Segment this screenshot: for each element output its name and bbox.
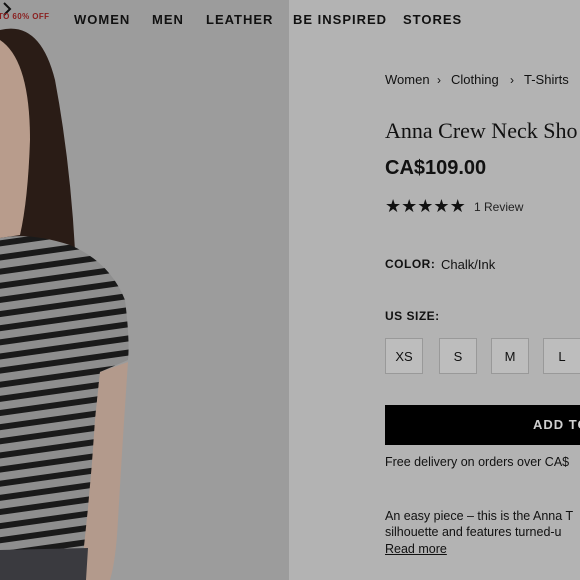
size-label: US SIZE: [385,309,440,323]
breadcrumb-clothing[interactable]: Clothing [451,72,499,87]
star-icon: ★ [433,196,450,216]
product-price: CA$109.00 [385,157,487,179]
breadcrumb-women[interactable]: Women [385,72,430,87]
nav-item-be-inspired[interactable]: BE INSPIRED [293,12,387,27]
chevron-right-icon: › [510,73,514,87]
star-icon: ★ [449,196,466,216]
breadcrumb-tshirts[interactable]: T-Shirts [524,72,569,87]
read-more-link[interactable]: Read more [385,542,447,556]
nav-item-stores[interactable]: STORES [403,12,462,27]
chevron-right-icon: › [437,73,441,87]
top-nav: TO 60% OFF WOMEN MEN LEATHER BE INSPIRED… [0,0,580,40]
delivery-info: Free delivery on orders over CA$ [385,455,570,469]
product-photo-illustration [0,0,289,580]
rating-stars[interactable]: ★★★★★ [385,196,466,217]
product-image[interactable] [0,0,289,580]
description-line-2: silhouette and features turned-u [385,525,562,539]
product-details-panel [289,0,580,580]
nav-item-leather[interactable]: LEATHER [206,12,273,27]
add-to-bag-button[interactable]: ADD TO [385,405,580,445]
star-icon: ★ [385,196,402,216]
promo-banner[interactable]: TO 60% OFF [0,12,49,21]
color-label: COLOR: [385,257,436,271]
nav-item-men[interactable]: MEN [152,12,184,27]
color-value: Chalk/Ink [441,257,496,272]
review-count-link[interactable]: 1 Review [474,200,523,214]
size-option-s[interactable]: S [439,338,477,374]
description-line-1: An easy piece – this is the Anna T [385,509,574,523]
star-icon: ★ [417,196,434,216]
size-option-xs[interactable]: XS [385,338,423,374]
size-option-m[interactable]: M [491,338,529,374]
nav-item-women[interactable]: WOMEN [74,12,130,27]
size-option-l[interactable]: L [543,338,580,374]
product-title: Anna Crew Neck Sho [385,118,578,143]
star-icon: ★ [401,196,418,216]
